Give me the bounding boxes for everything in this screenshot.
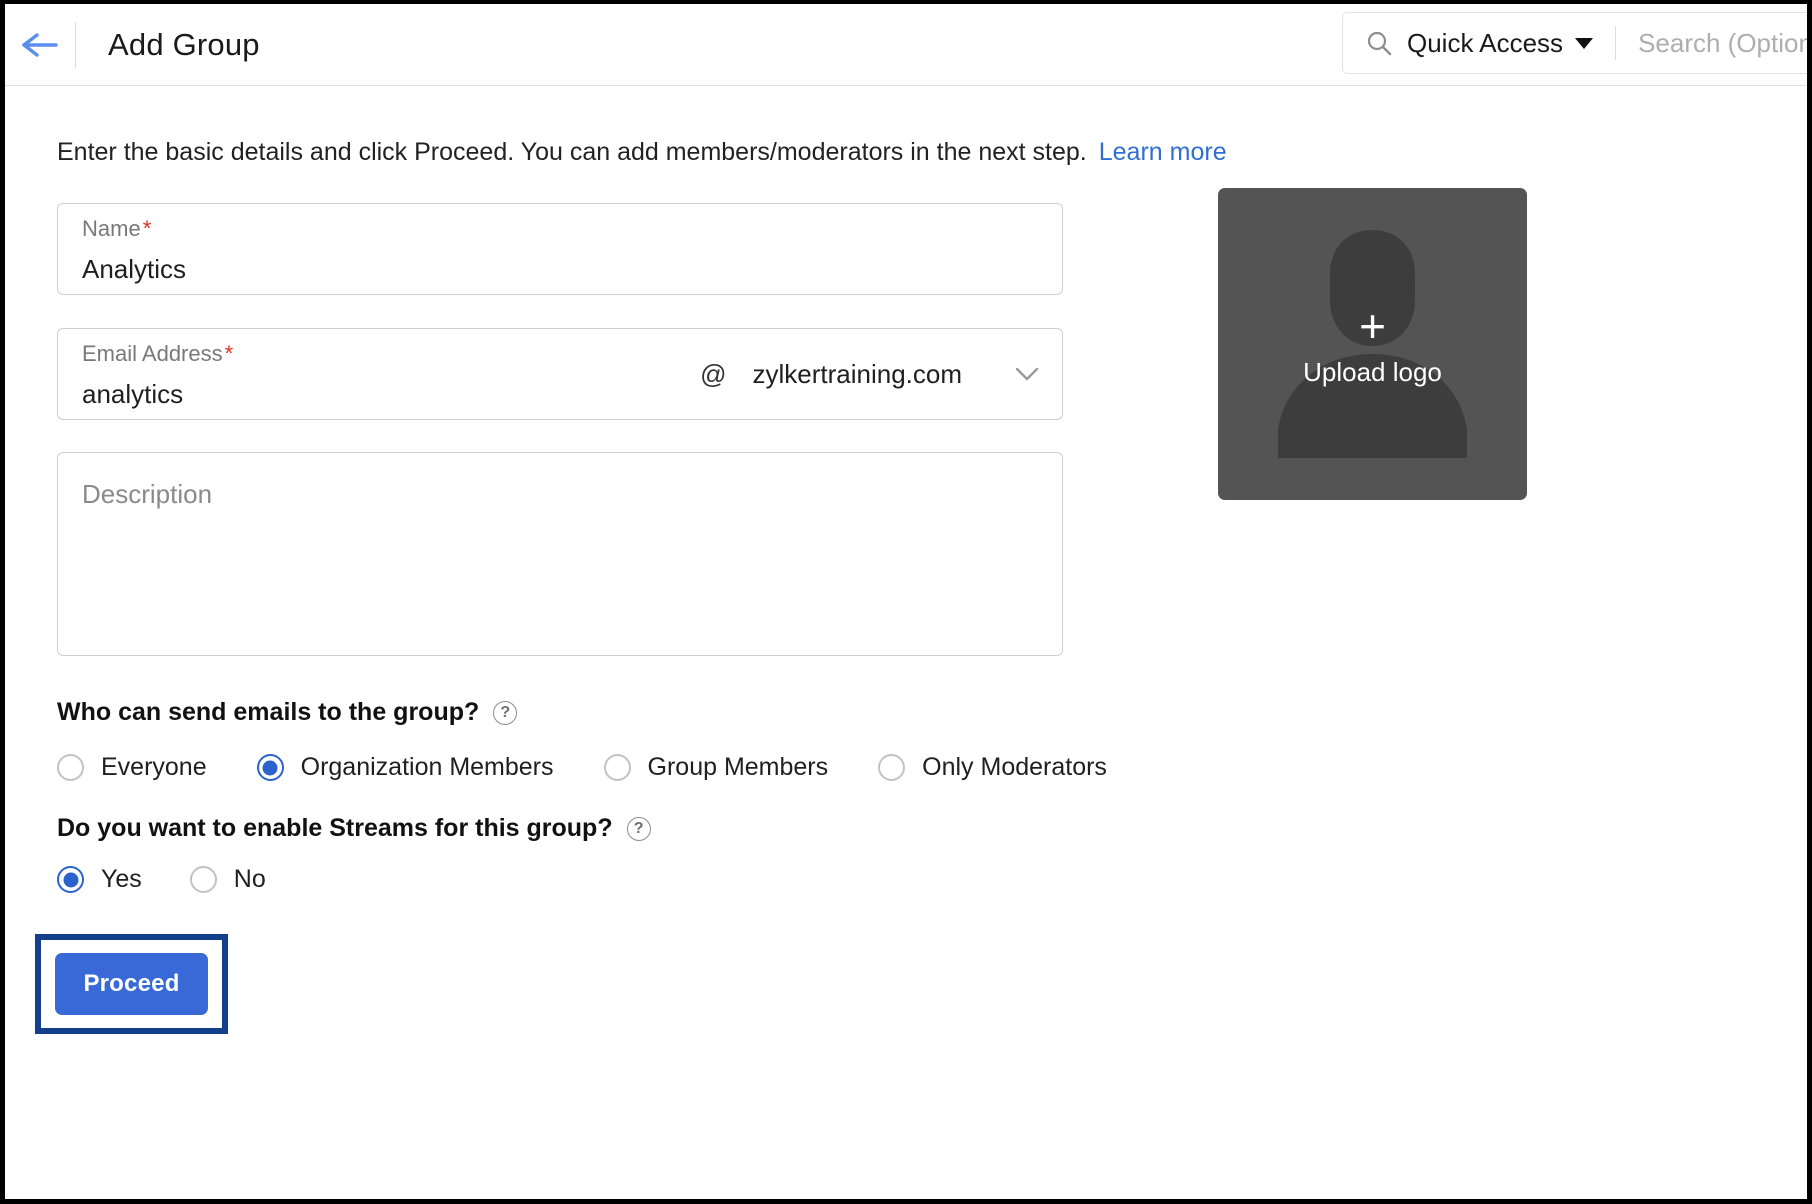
radio-circle[interactable] (603, 754, 631, 781)
radio-option-yes[interactable]: Yes (57, 865, 142, 894)
radio-option-group-members[interactable]: Group Members (603, 753, 829, 782)
radio-option-organization-members[interactable]: Organization Members (256, 753, 554, 782)
radio-label: No (233, 865, 266, 893)
app-window: Add Group Quick Access Enter the basic d… (0, 0, 1812, 1204)
radio-circle[interactable] (57, 754, 84, 781)
search-bar[interactable]: Quick Access (1342, 12, 1807, 74)
email-domain-selector[interactable]: @ zylkertraining.com (700, 329, 1062, 419)
send-emails-question-title: Who can send emails to the group? ? (57, 698, 1807, 727)
email-label-text: Email Address (82, 341, 223, 366)
email-field[interactable]: Email Address* @ zylkertraining.com (57, 328, 1063, 420)
radio-circle[interactable] (57, 866, 84, 893)
upload-logo-panel[interactable]: + Upload logo (1218, 188, 1527, 500)
streams-question-block: Do you want to enable Streams for this g… (57, 814, 1807, 894)
name-field[interactable]: Name* (57, 203, 1063, 295)
name-field-label: Name* (82, 218, 1038, 240)
streams-title-text: Do you want to enable Streams for this g… (57, 814, 613, 842)
email-domain-value: zylkertraining.com (752, 358, 962, 389)
radio-circle[interactable] (256, 754, 284, 781)
radio-label: Everyone (101, 753, 207, 781)
required-asterisk: * (224, 341, 234, 366)
main-content: Enter the basic details and click Procee… (5, 138, 1807, 1034)
radio-option-everyone[interactable]: Everyone (57, 753, 207, 782)
search-separator (1615, 26, 1617, 60)
page-header: Add Group Quick Access (5, 4, 1807, 86)
radio-label: Only Moderators (922, 753, 1107, 781)
at-symbol: @ (700, 358, 727, 389)
radio-circle[interactable] (878, 754, 906, 781)
back-arrow-icon (20, 30, 60, 60)
intro-text: Enter the basic details and click Procee… (57, 138, 1807, 167)
help-icon[interactable]: ? (626, 816, 651, 841)
upload-logo-label: Upload logo (1303, 357, 1442, 387)
name-label-text: Name (82, 216, 141, 241)
back-arrow-button[interactable] (5, 30, 75, 60)
radio-label: Group Members (647, 753, 829, 781)
streams-radio-group: Yes No (57, 865, 1807, 894)
upload-logo-overlay: + Upload logo (1218, 188, 1527, 500)
send-emails-radio-group: Everyone Organization Members Group Memb… (57, 753, 1807, 782)
intro-sentence: Enter the basic details and click Procee… (57, 138, 1087, 166)
help-icon[interactable]: ? (493, 700, 518, 725)
quick-access-label[interactable]: Quick Access (1407, 28, 1563, 59)
description-placeholder: Description (82, 479, 213, 509)
chevron-down-icon[interactable] (1014, 365, 1040, 383)
learn-more-link[interactable]: Learn more (1099, 138, 1227, 166)
name-input[interactable] (82, 254, 1038, 285)
radio-label: Yes (101, 865, 142, 893)
radio-label: Organization Members (300, 753, 554, 781)
description-field[interactable]: Description (57, 452, 1063, 656)
plus-icon: + (1359, 300, 1386, 352)
proceed-highlight-box: Proceed (35, 934, 228, 1034)
search-input[interactable] (1638, 27, 1807, 59)
chevron-down-icon[interactable] (1575, 37, 1594, 49)
proceed-button[interactable]: Proceed (55, 953, 208, 1015)
send-emails-question-block: Who can send emails to the group? ? Ever… (57, 698, 1807, 782)
radio-option-only-moderators[interactable]: Only Moderators (878, 753, 1107, 782)
search-icon (1365, 29, 1393, 57)
header-divider (75, 21, 76, 68)
radio-option-no[interactable]: No (189, 865, 266, 894)
streams-question-title: Do you want to enable Streams for this g… (57, 814, 1807, 843)
page-title: Add Group (108, 26, 260, 62)
required-asterisk: * (142, 216, 152, 241)
radio-circle[interactable] (189, 866, 217, 893)
send-emails-title-text: Who can send emails to the group? (57, 698, 480, 726)
